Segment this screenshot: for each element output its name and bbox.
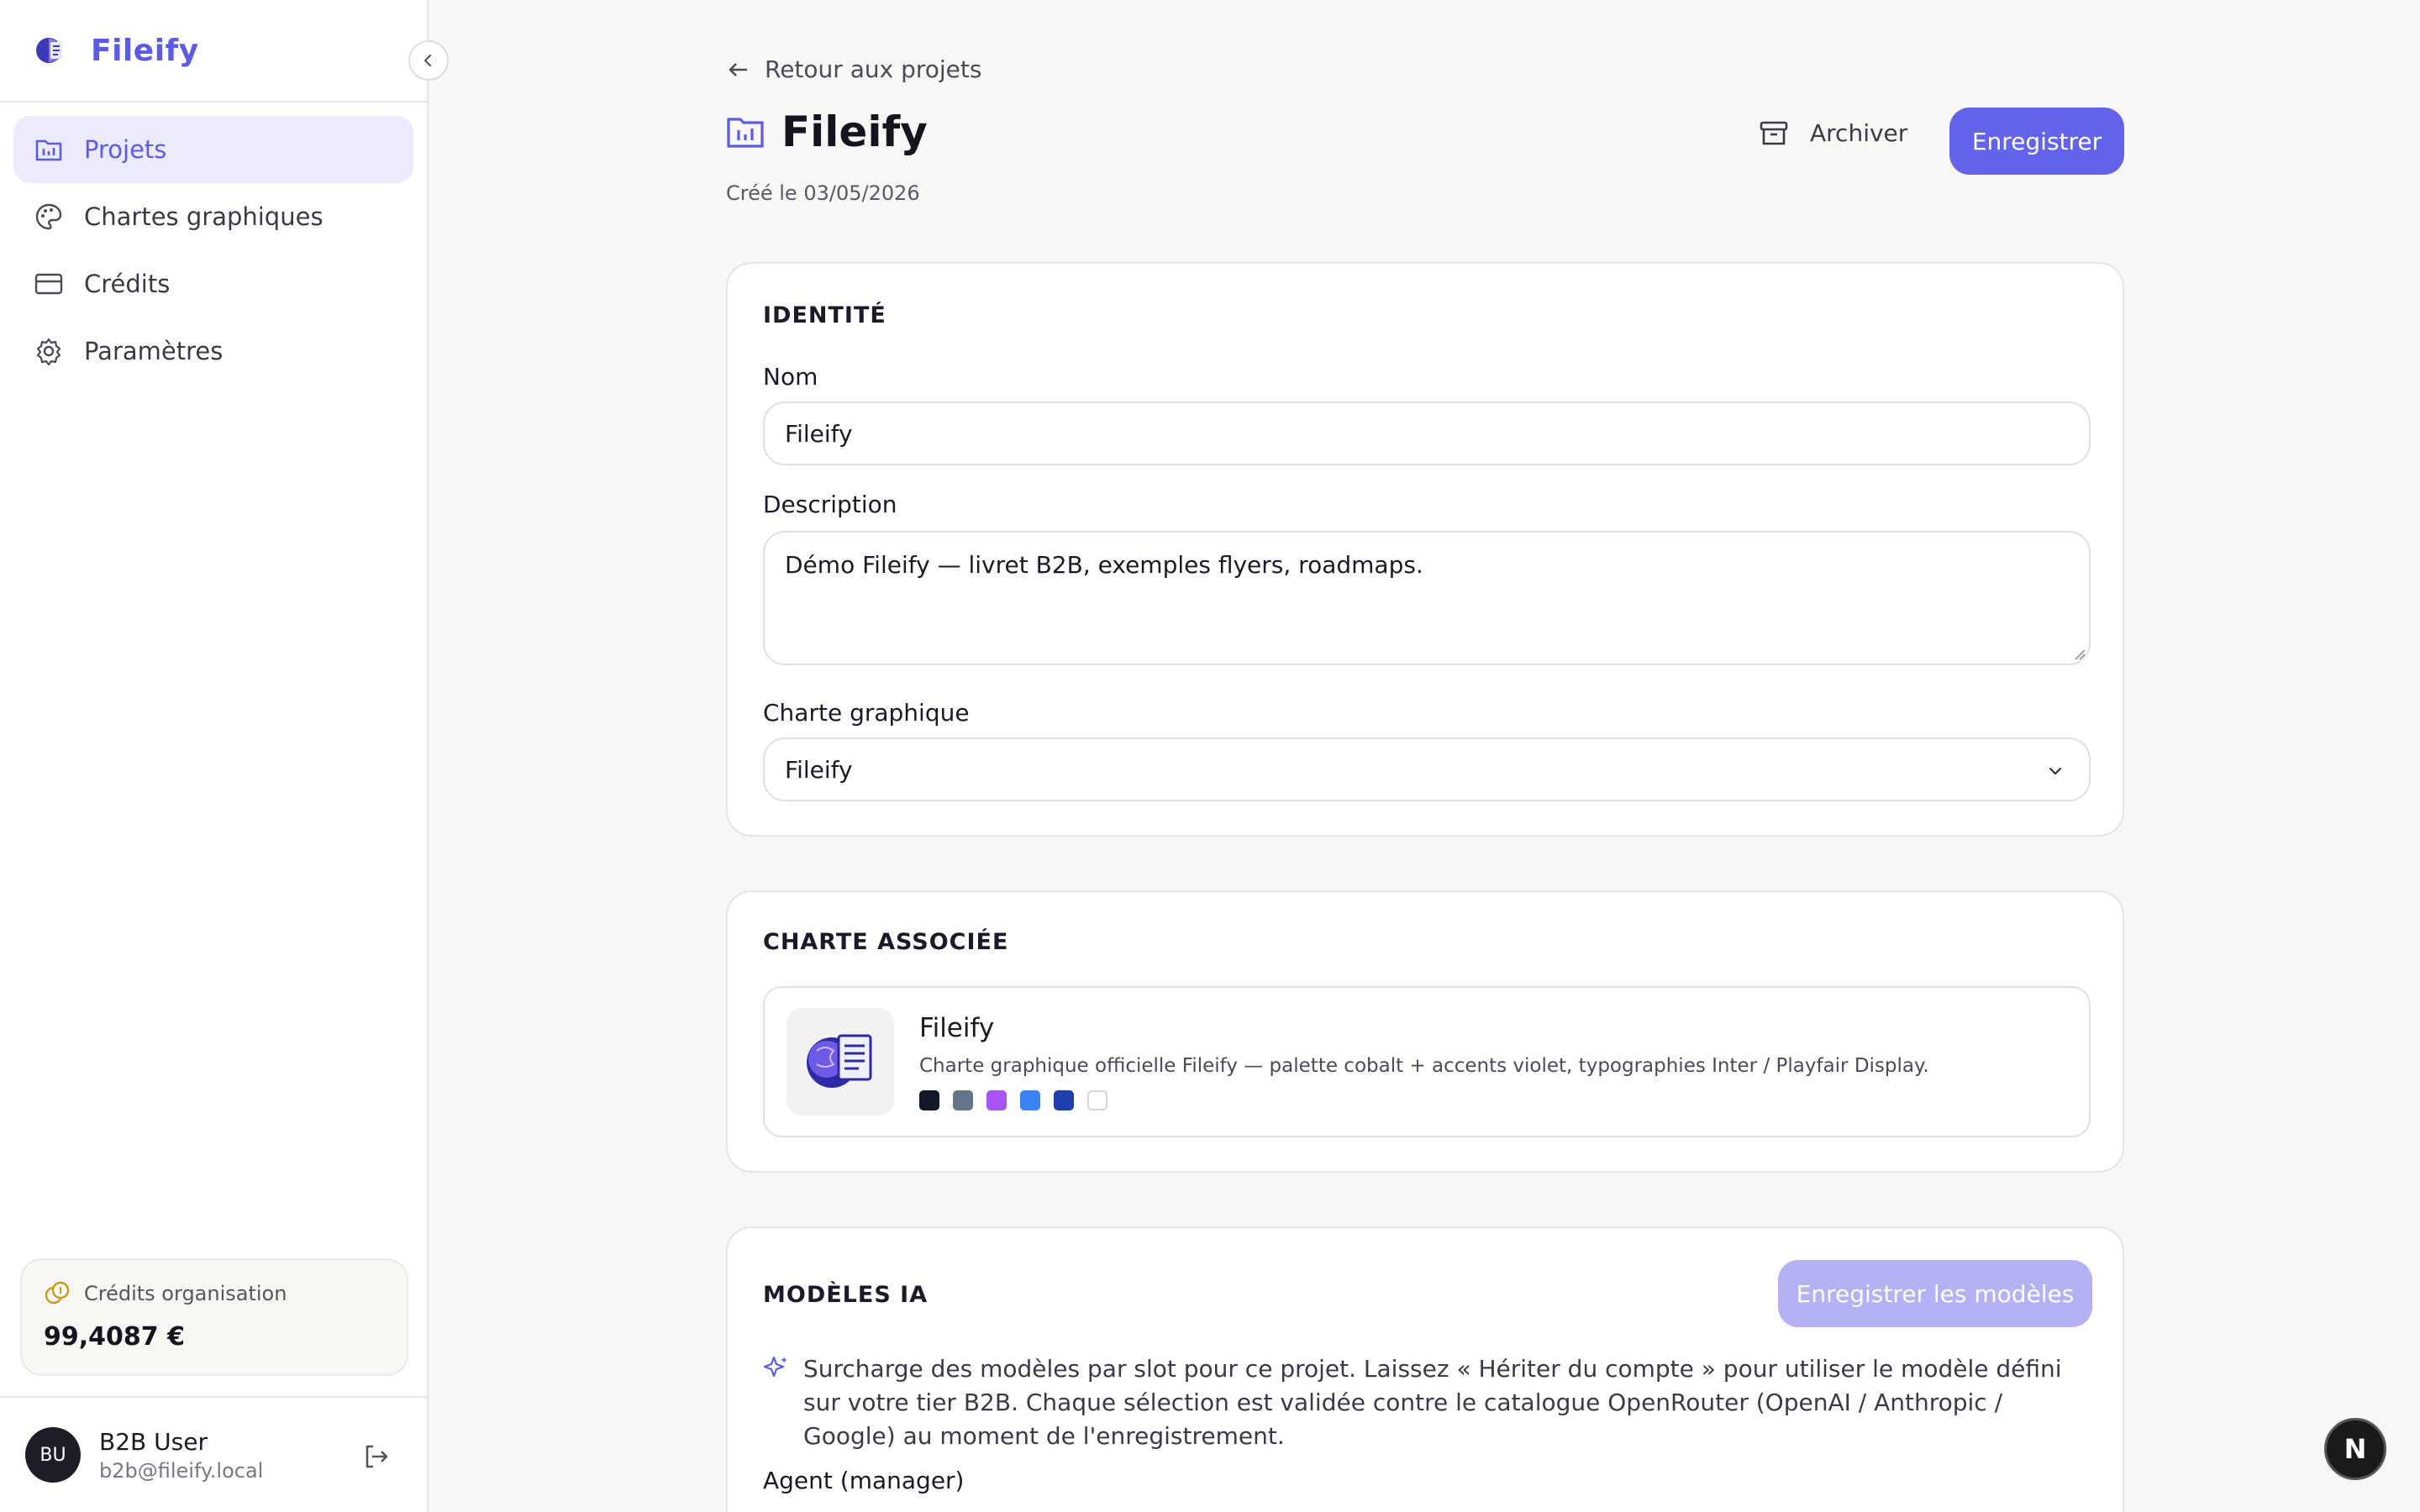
page-header: Fileify [726,108,928,156]
brain-document-icon [807,1034,872,1088]
avatar[interactable]: BU [25,1427,81,1483]
sidebar-item-label: Crédits [84,270,171,298]
save-models-button[interactable]: Enregistrer les modèles [1778,1260,2092,1327]
description-field-label: Description [763,491,897,518]
color-swatches [919,1090,1121,1110]
gear-icon [34,336,64,366]
credits-title: Crédits organisation [84,1282,287,1305]
agent-field-label: Agent (manager) [763,1467,965,1494]
charte-thumbnail [786,1008,894,1116]
palette-icon [34,202,64,232]
credit-card-icon [34,269,64,299]
color-swatch [1054,1090,1074,1110]
brain-logo-icon [36,38,62,63]
name-field-label: Nom [763,363,818,391]
back-to-projects-link[interactable]: Retour aux projets [726,55,981,83]
charte-select-value: Fileify [785,755,853,784]
organization-credits-card: Crédits organisation 99,4087 € [20,1258,408,1376]
sidebar: Fileify Projets Chartes graphiques Crédi… [0,0,449,1512]
charte-name: Fileify [919,1013,995,1043]
credits-value: 99,4087 € [44,1322,185,1352]
name-input[interactable]: Fileify [763,402,2091,465]
archive-button[interactable]: Archiver [1760,119,1907,147]
nextjs-dev-button[interactable]: N [2324,1418,2386,1480]
folder-chart-icon [727,118,764,148]
color-swatch [953,1090,973,1110]
sidebar-item-credits[interactable]: Crédits [13,250,413,318]
collapse-sidebar-button[interactable] [408,40,449,81]
charte-preview[interactable]: Fileify Charte graphique officielle File… [763,986,2091,1137]
created-date: Créé le 03/05/2026 [726,181,920,205]
description-textarea[interactable]: Démo Fileify — livret B2B, exemples flye… [763,531,2091,665]
color-swatch [919,1090,939,1110]
folder-chart-icon [34,134,64,165]
sidebar-nav: Projets Chartes graphiques Crédits Param… [0,102,427,398]
logout-icon[interactable] [361,1441,392,1472]
charte-description: Charte graphique officielle Fileify — pa… [919,1055,1929,1077]
models-note: Surcharge des modèles par slot pour ce p… [763,1352,2074,1453]
chevron-left-icon [424,54,432,67]
brand-name: Fileify [91,33,199,68]
color-swatch [1087,1090,1107,1110]
ai-models-card: MODÈLES IA Enregistrer les modèles Surch… [726,1226,2124,1512]
sidebar-item-parametres[interactable]: Paramètres [13,318,413,385]
charte-section-title: CHARTE ASSOCIÉE [763,929,1009,955]
archive-icon [1760,121,1788,144]
sidebar-item-projets[interactable]: Projets [13,116,413,183]
save-button[interactable]: Enregistrer [1949,108,2124,175]
sidebar-item-label: Chartes graphiques [84,202,324,231]
color-swatch [1020,1090,1040,1110]
sidebar-item-label: Paramètres [84,337,224,365]
models-note-text: Surcharge des modèles par slot pour ce p… [803,1355,2062,1450]
sidebar-item-chartes-graphiques[interactable]: Chartes graphiques [13,183,413,250]
archive-label: Archiver [1810,119,1908,147]
models-section-title: MODÈLES IA [763,1282,929,1308]
user-name: B2B User [99,1427,208,1456]
description-text: Démo Fileify — livret B2B, exemples flye… [785,551,1423,579]
associated-charte-card: CHARTE ASSOCIÉE Fileify Charte graphique… [726,890,2124,1173]
back-link-label: Retour aux projets [765,55,982,83]
resize-grip-icon[interactable] [2072,647,2086,660]
brand[interactable]: Fileify [0,0,427,102]
user-email: b2b@fileify.local [99,1458,264,1483]
arrow-left-icon [729,62,747,76]
identity-card: IDENTITÉ Nom Fileify Description Démo Fi… [726,262,2124,837]
sidebar-item-label: Projets [84,135,167,164]
sparkles-icon [763,1356,787,1378]
charte-field-label: Charte graphique [763,699,970,727]
chevron-down-icon [2049,767,2062,775]
page-title: Fileify [781,108,928,156]
color-swatch [986,1090,1007,1110]
user-profile: BU B2B User b2b@fileify.local [0,1396,427,1512]
charte-select[interactable]: Fileify [763,738,2091,801]
coins-icon [45,1281,70,1305]
identity-section-title: IDENTITÉ [763,302,886,328]
